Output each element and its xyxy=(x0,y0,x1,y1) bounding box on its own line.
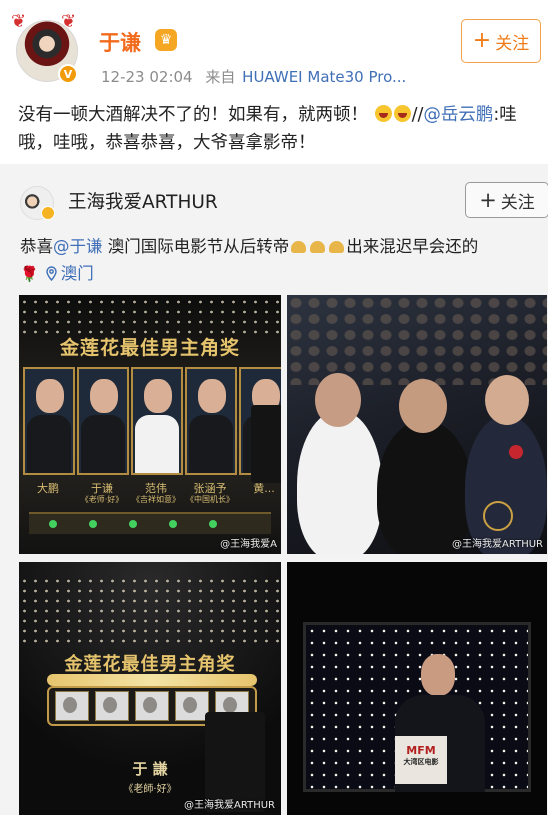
camera-silhouette xyxy=(251,405,281,483)
nominee-film: 《中国机长》 xyxy=(186,495,234,504)
podium-sub: 大湾区电影 xyxy=(403,758,439,766)
mention-link[interactable]: @于谦 xyxy=(53,237,103,256)
laughing-emoji-icon xyxy=(393,105,411,122)
laughing-emoji-icon xyxy=(374,105,392,122)
nominee-film: 《老师·好》 xyxy=(80,495,124,504)
source-prefix: 来自 xyxy=(205,68,236,86)
person-head xyxy=(485,375,529,425)
person-white-shirt xyxy=(297,410,382,554)
gold-frame xyxy=(47,674,257,686)
location-label: 澳门 xyxy=(60,264,94,283)
mention-link[interactable]: @岳云鹏 xyxy=(423,105,493,125)
nominee-film: 《吉祥如意》 xyxy=(132,495,180,504)
photo-3-winner-board[interactable]: 金莲花最佳男主角奖 于 謙 《老師·好》 @王海我爱ARTHUR xyxy=(19,562,281,815)
post-text: 没有一顿大酒解决不了的！如果有，就两顿！ //@岳云鹏:哇哦，哇哦，恭喜恭喜，大… xyxy=(18,101,536,157)
person-head xyxy=(315,373,361,427)
person-head xyxy=(399,379,447,433)
location-link[interactable]: 澳门 xyxy=(45,264,94,283)
rose-emoji-icon: 🌹 xyxy=(20,265,39,283)
repost-author-name[interactable]: 王海我爱ARTHUR xyxy=(68,188,218,214)
repost-follow-label: 关注 xyxy=(500,192,535,213)
podium-brand: MFM xyxy=(406,744,436,757)
festive-decoration-icon: ❦ xyxy=(11,11,27,32)
stage-lights xyxy=(19,576,281,646)
plus-icon: + xyxy=(472,28,492,53)
crowd-background xyxy=(287,295,547,385)
nominee-portrait xyxy=(185,367,237,475)
verified-badge-icon: V xyxy=(58,64,78,84)
plus-icon: + xyxy=(479,187,497,212)
post-meta: 12-23 02:04 来自 HUAWEI Mate30 Pro... xyxy=(101,66,406,87)
festival-logo-icon xyxy=(483,501,513,531)
follow-button[interactable]: + 关注 xyxy=(461,19,541,63)
post-text-part1: 没有一顿大酒解决不了的！如果有，就两顿！ xyxy=(18,105,368,125)
follow-label: 关注 xyxy=(495,33,530,54)
stage-floor xyxy=(29,512,271,534)
photo-2-audience[interactable]: @王海我爱ARTHUR xyxy=(287,295,547,554)
author-name[interactable]: 于谦 xyxy=(99,27,141,57)
repost-card[interactable]: 王海我爱ARTHUR + 关注 恭喜@于谦 澳门国际电影节从后转帝 出来混迟早会还… xyxy=(0,164,548,815)
repost-text-prefix: 恭喜 xyxy=(20,237,53,256)
person-navy-suit xyxy=(465,415,547,554)
verified-badge-icon xyxy=(41,206,55,220)
photo-1-nominee-board[interactable]: 金莲花最佳男主角奖 大鹏 于谦 范伟 张涵予 黄... 《老师·好》 《吉祥如意… xyxy=(19,295,281,554)
praying-hands-icon xyxy=(310,241,326,253)
nominee-portrait xyxy=(131,367,183,475)
praying-hands-icon xyxy=(329,241,345,253)
post-time: 12-23 02:04 xyxy=(101,68,193,86)
person-dark-suit xyxy=(377,420,472,554)
photo-watermark: @王海我爱A xyxy=(220,539,277,550)
podium: MFM 大湾区电影 xyxy=(395,736,447,784)
speaker-head xyxy=(421,654,455,696)
nominee-portrait xyxy=(77,367,129,475)
red-flower-pin xyxy=(509,445,523,459)
repost-follow-button[interactable]: + 关注 xyxy=(465,182,548,218)
nominee-name: 大鹏 xyxy=(37,482,59,495)
repost-separator: // xyxy=(411,105,424,125)
vip-crown-icon[interactable]: ♛ xyxy=(155,29,177,51)
festive-decoration-icon: ❦ xyxy=(61,11,77,32)
photo-watermark: @王海我爱ARTHUR xyxy=(452,539,543,550)
photo-4-acceptance-speech[interactable]: MFM 大湾区电影 xyxy=(287,562,547,815)
post-header: ❦ ❦ V 于谦 ♛ 12-23 02:04 来自 HUAWEI Mate30 … xyxy=(0,0,548,92)
award-banner: 金莲花最佳男主角奖 xyxy=(59,337,240,359)
repost-text-part2: 出来混迟早会还的 xyxy=(346,237,479,256)
location-pin-icon xyxy=(45,266,57,281)
nominee-portrait xyxy=(23,367,75,475)
repost-text: 恭喜@于谦 澳门国际电影节从后转帝 出来混迟早会还的 🌹 澳门 xyxy=(20,233,540,288)
post-source[interactable]: HUAWEI Mate30 Pro... xyxy=(242,68,406,86)
repost-text-part1: 澳门国际电影节从后转帝 xyxy=(102,237,290,256)
praying-hands-icon xyxy=(291,241,307,253)
photo-watermark: @王海我爱ARTHUR xyxy=(184,800,275,811)
